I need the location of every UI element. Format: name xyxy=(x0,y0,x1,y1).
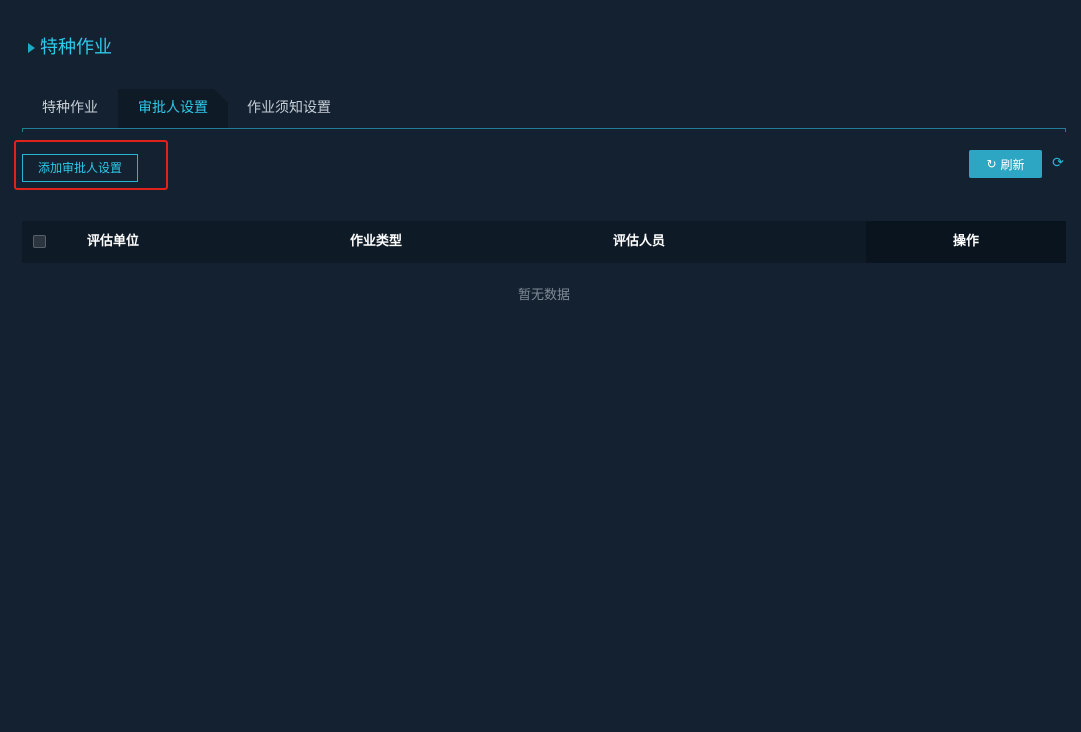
page-header: 特种作业 xyxy=(28,37,112,59)
empty-state-text: 暂无数据 xyxy=(517,288,570,303)
tab-approver-settings[interactable]: 审批人设置 xyxy=(118,89,228,128)
column-header-work-type: 作业类型 xyxy=(350,234,403,249)
triangle-right-icon xyxy=(28,43,35,53)
select-all-checkbox[interactable] xyxy=(33,235,46,248)
tab-special-work[interactable]: 特种作业 xyxy=(22,89,118,128)
column-header-assessor: 评估人员 xyxy=(613,234,666,249)
refresh-button-label: 刷新 xyxy=(1000,157,1025,172)
column-header-actions: 操作 xyxy=(866,221,1066,263)
refresh-icon: ↻ xyxy=(986,157,997,171)
sync-icon[interactable]: ⟳ xyxy=(1050,155,1066,171)
column-header-unit: 评估单位 xyxy=(87,234,140,249)
refresh-button[interactable]: ↻ 刷新 xyxy=(969,150,1042,178)
tab-work-notice-settings[interactable]: 作业须知设置 xyxy=(234,89,344,128)
tab-bar: 特种作业 审批人设置 作业须知设置 xyxy=(22,89,1066,132)
page: 特种作业 特种作业 审批人设置 作业须知设置 添加审批人设置 ↻ 刷新 ⟳ 评估… xyxy=(0,0,1081,732)
add-approver-button[interactable]: 添加审批人设置 xyxy=(22,154,138,182)
table-header: 评估单位 作业类型 评估人员 操作 xyxy=(22,221,1066,263)
page-title: 特种作业 xyxy=(40,37,112,58)
